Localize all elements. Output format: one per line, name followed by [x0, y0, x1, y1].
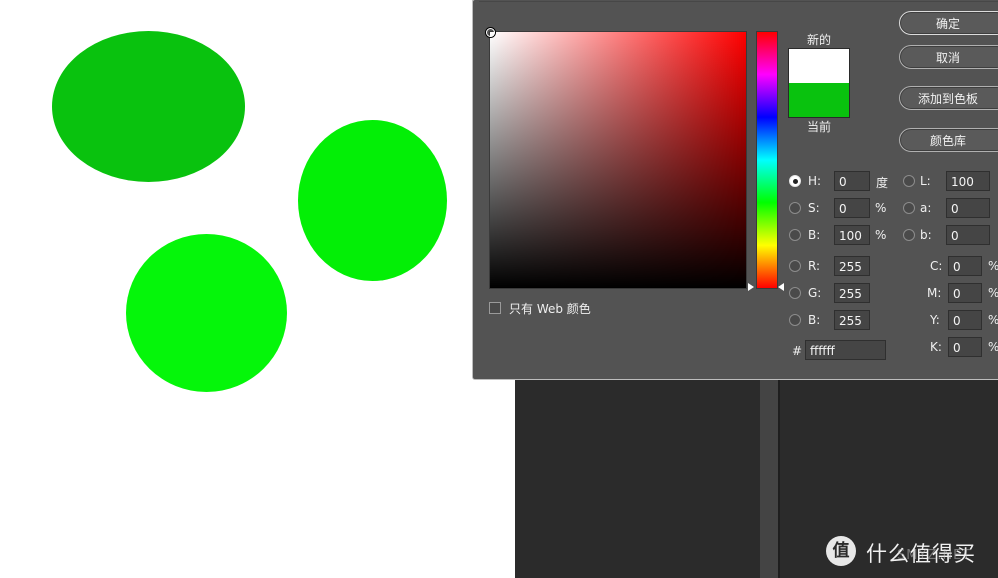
ok-button-label: 确定 — [935, 17, 960, 31]
add-to-swatches-button[interactable]: 添加到色板 — [899, 86, 998, 110]
add-to-swatches-label: 添加到色板 — [917, 92, 978, 106]
new-color-label: 新的 — [806, 33, 831, 47]
saturation-brightness-field[interactable] — [489, 31, 747, 289]
saturation-input[interactable]: 0 — [834, 198, 870, 218]
yellow-label: Y: — [930, 313, 940, 327]
black-unit: % — [988, 340, 998, 354]
cancel-button-label: 取消 — [935, 51, 960, 65]
a-channel-input[interactable]: 0 — [946, 198, 990, 218]
blue-input[interactable]: 255 — [834, 310, 870, 330]
red-input[interactable]: 255 — [834, 256, 870, 276]
hue-slider-left-arrow-icon[interactable] — [748, 283, 754, 291]
black-input[interactable]: 0 — [948, 337, 982, 357]
cyan-input[interactable]: 0 — [948, 256, 982, 276]
yellow-unit: % — [988, 313, 998, 327]
radio-saturation[interactable] — [789, 202, 801, 214]
b-channel-label: b: — [920, 228, 932, 242]
current-color-label: 当前 — [806, 120, 831, 134]
lightness-input[interactable]: 100 — [946, 171, 990, 191]
hue-slider[interactable] — [756, 31, 778, 289]
green-ellipse-top-left — [52, 31, 245, 182]
brightness-input[interactable]: 100 — [834, 225, 870, 245]
brightness-unit: % — [875, 228, 887, 242]
radio-brightness[interactable] — [789, 229, 801, 241]
saturation-label: S: — [808, 201, 820, 215]
new-color-swatch[interactable] — [789, 49, 849, 83]
radio-a-channel[interactable] — [903, 202, 915, 214]
hue-label: H: — [808, 174, 822, 188]
a-channel-label: a: — [920, 201, 932, 215]
green-ellipse-right — [298, 120, 447, 281]
radio-b-channel[interactable] — [903, 229, 915, 241]
radio-green[interactable] — [789, 287, 801, 299]
black-label: K: — [930, 340, 942, 354]
radio-blue[interactable] — [789, 314, 801, 326]
cancel-button[interactable]: 取消 — [899, 45, 998, 69]
radio-lightness[interactable] — [903, 175, 915, 187]
color-libraries-label: 颜色库 — [929, 134, 966, 148]
hue-input[interactable]: 0 — [834, 171, 870, 191]
web-colors-only-checkbox[interactable] — [489, 302, 501, 314]
hue-unit: 度 — [876, 176, 889, 190]
watermark-site: SMYZ.NET — [897, 548, 972, 563]
current-color-swatch[interactable] — [789, 83, 849, 117]
blue-label: B: — [808, 313, 821, 327]
green-circle-bottom — [126, 234, 287, 392]
saturation-unit: % — [875, 201, 887, 215]
hex-label: # — [792, 344, 803, 358]
ok-button[interactable]: 确定 — [899, 11, 998, 35]
hue-slider-right-arrow-icon[interactable] — [778, 283, 784, 291]
brightness-label: B: — [808, 228, 821, 242]
cyan-label: C: — [930, 259, 943, 273]
yellow-input[interactable]: 0 — [948, 310, 982, 330]
hex-input[interactable]: ffffff — [805, 340, 886, 360]
magenta-unit: % — [988, 286, 998, 300]
picker-cursor[interactable] — [486, 28, 495, 37]
cyan-unit: % — [988, 259, 998, 273]
panel-divider-edge — [778, 378, 780, 578]
green-label: G: — [808, 286, 822, 300]
radio-hue[interactable] — [789, 175, 801, 187]
lightness-label: L: — [920, 174, 931, 188]
color-libraries-button[interactable]: 颜色库 — [899, 128, 998, 152]
b-channel-input[interactable]: 0 — [946, 225, 990, 245]
magenta-input[interactable]: 0 — [948, 283, 982, 303]
green-input[interactable]: 255 — [834, 283, 870, 303]
watermark-logo-icon: 值 — [826, 536, 856, 566]
red-label: R: — [808, 259, 821, 273]
panel-divider[interactable] — [760, 378, 778, 578]
color-preview — [788, 48, 850, 118]
magenta-label: M: — [927, 286, 942, 300]
web-colors-only-label: 只有 Web 颜色 — [509, 302, 591, 316]
radio-red[interactable] — [789, 260, 801, 272]
